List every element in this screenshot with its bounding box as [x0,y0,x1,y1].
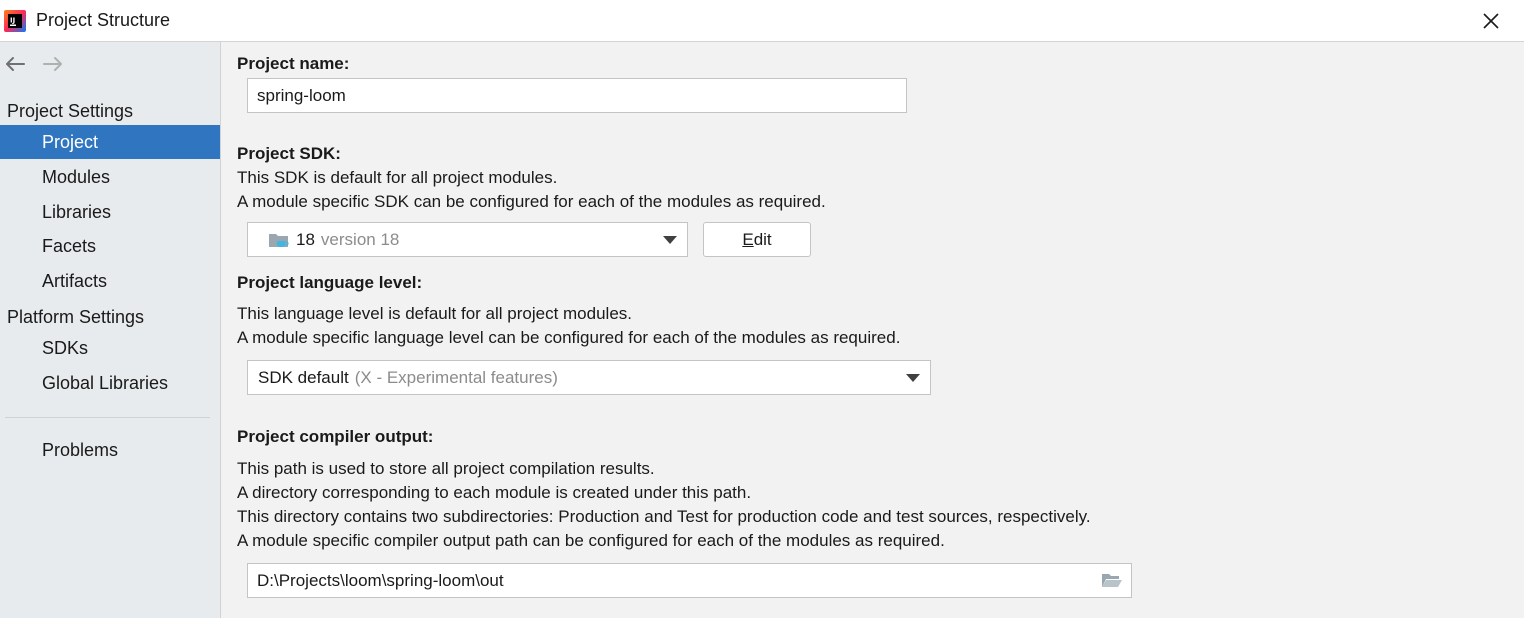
title-bar: IJ Project Structure [0,0,1524,42]
project-sdk-description-2: A module specific SDK can be configured … [237,192,826,211]
compiler-output-description-3: This directory contains two subdirectori… [237,507,1091,526]
language-level-description-1: This language level is default for all p… [237,304,632,323]
chevron-down-icon [906,373,920,382]
sidebar: Project Settings Project Modules Librari… [0,42,221,618]
compiler-output-description-1: This path is used to store all project c… [237,459,655,478]
project-settings-panel: Project name: spring-loom Project SDK: T… [221,42,1524,618]
compiler-output-label: Project compiler output: [237,427,434,446]
svg-text:IJ: IJ [10,17,15,25]
compiler-output-description-2: A directory corresponding to each module… [237,483,752,502]
sidebar-item-problems[interactable]: Problems [0,433,220,467]
sidebar-item-libraries[interactable]: Libraries [0,195,220,229]
sidebar-item-global-libraries[interactable]: Global Libraries [0,366,220,400]
project-name-field[interactable]: spring-loom [247,78,907,113]
window-title: Project Structure [36,10,171,30]
sdk-selected-name: 18 [296,229,315,249]
chevron-down-icon [663,235,677,244]
compiler-output-path-field[interactable]: D:\Projects\loom\spring-loom\out [247,563,1132,598]
project-name-label: Project name: [237,54,350,73]
group-header-project-settings: Project Settings [7,101,134,121]
project-language-level-label: Project language level: [237,273,423,292]
edit-sdk-button[interactable]: Edit [703,222,811,257]
arrow-right-icon[interactable] [41,54,65,74]
sidebar-item-sdks[interactable]: SDKs [0,331,220,365]
language-level-selected-detail: (X - Experimental features) [354,367,558,387]
arrow-left-icon[interactable] [3,54,27,74]
compiler-output-description-4: A module specific compiler output path c… [237,531,945,550]
project-sdk-dropdown[interactable]: 18 version 18 [247,222,688,257]
intellij-idea-icon: IJ [4,10,26,32]
project-sdk-description-1: This SDK is default for all project modu… [237,168,558,187]
edit-button-mnemonic: E [742,230,754,249]
folder-open-icon[interactable] [1101,571,1123,589]
project-name-value: spring-loom [257,85,346,105]
sidebar-item-facets[interactable]: Facets [0,229,220,263]
edit-button-label: dit [753,230,772,249]
group-header-platform-settings: Platform Settings [7,307,145,327]
language-level-selected-name: SDK default [258,367,349,387]
language-level-description-2: A module specific language level can be … [237,328,901,347]
sidebar-item-modules[interactable]: Modules [0,160,220,194]
sidebar-item-project[interactable]: Project [0,125,220,159]
sdk-selected-detail: version 18 [320,229,400,249]
language-level-dropdown[interactable]: SDK default (X - Experimental features) [247,360,931,395]
sidebar-item-artifacts[interactable]: Artifacts [0,264,220,298]
sidebar-separator [5,417,210,418]
project-sdk-label: Project SDK: [237,144,341,163]
java-sdk-folder-icon [269,233,289,247]
close-icon[interactable] [1478,8,1504,34]
compiler-output-path-value: D:\Projects\loom\spring-loom\out [257,570,504,590]
